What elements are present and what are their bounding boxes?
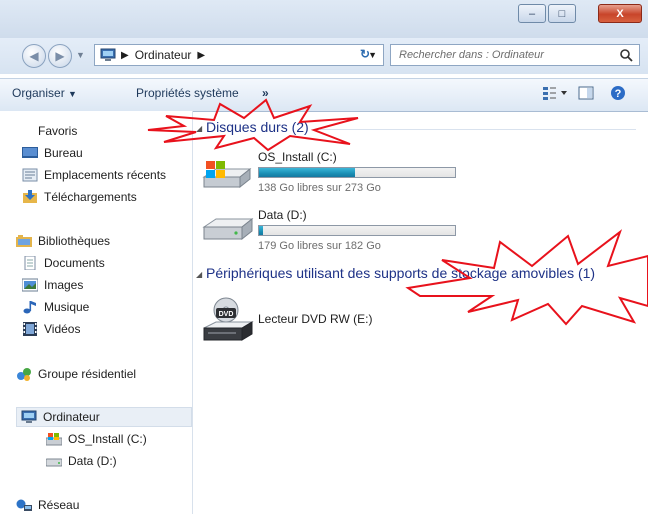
preview-pane-icon [578, 86, 594, 100]
homegroup-icon [17, 368, 31, 381]
libraries-label: Bibliothèques [38, 234, 111, 248]
nav-favorites[interactable]: Favoris [38, 121, 77, 141]
help-icon: ? [611, 86, 625, 100]
nav-item-label: Emplacements récents [44, 168, 167, 182]
recent-pages-dropdown[interactable]: ▼ [76, 50, 85, 60]
drive-d-free-space: 179 Go libres sur 182 Go [258, 240, 381, 252]
dvd-drive-name[interactable]: Lecteur DVD RW (E:) [258, 312, 372, 326]
breadcrumb-separator: ▶ [121, 49, 129, 61]
forward-arrow-icon: ▶ [55, 49, 65, 63]
nav-os-install[interactable]: OS_Install (C:) [46, 429, 147, 449]
back-arrow-icon: ◀ [29, 49, 39, 63]
network-icon [16, 499, 32, 511]
recent-places-icon [22, 168, 38, 182]
search-input[interactable]: Rechercher dans : Ordinateur [390, 44, 640, 66]
hard-drive-icon [46, 458, 62, 467]
drive-c-icon-wrap[interactable] [200, 155, 252, 198]
nav-item-label: Documents [44, 256, 105, 270]
forward-button[interactable]: ▶ [48, 44, 72, 68]
nav-item-label: Musique [44, 300, 90, 314]
nav-musique[interactable]: Musique [22, 297, 89, 317]
nav-ordinateur[interactable]: Ordinateur [16, 407, 192, 427]
nav-item-label: Téléchargements [44, 190, 137, 204]
homegroup-label: Groupe résidentiel [38, 367, 137, 381]
organize-button[interactable]: Organiser ▼ [12, 86, 77, 100]
chevron-down-icon: ▼ [68, 89, 77, 99]
maximize-button[interactable]: □ [548, 4, 576, 23]
windows-drive-icon [46, 433, 62, 446]
nav-telechargements[interactable]: Téléchargements [22, 187, 190, 207]
computer-icon [100, 48, 116, 61]
close-glyph: X [616, 7, 624, 20]
nav-item-label: Images [44, 278, 84, 292]
downloads-icon [23, 190, 37, 203]
dvd-drive-icon-wrap[interactable]: DVD [202, 296, 254, 347]
nav-data-d[interactable]: Data (D:) [46, 451, 117, 471]
nav-documents[interactable]: Documents [22, 253, 105, 273]
music-icon [23, 301, 36, 314]
network-label: Réseau [38, 498, 80, 512]
view-options-icon [543, 87, 567, 100]
drive-c-usage-fill [259, 168, 356, 177]
desktop-icon [22, 147, 38, 158]
nav-images[interactable]: Images [22, 275, 83, 295]
breadcrumb-separator[interactable]: ▶ [197, 50, 205, 61]
drive-d-usage-fill [259, 226, 263, 235]
collapse-removable-icon[interactable]: ◢ [196, 270, 202, 279]
maximize-glyph: □ [558, 7, 566, 20]
nav-homegroup[interactable]: Groupe résidentiel [16, 364, 136, 384]
annotation-starburst-left [147, 98, 359, 152]
drive-c-name[interactable]: OS_Install (C:) [258, 150, 337, 164]
minimize-button[interactable]: – [518, 4, 546, 23]
close-button[interactable]: X [598, 4, 642, 23]
organize-label: Organiser [12, 86, 65, 100]
dvd-icon-text: DVD [219, 311, 234, 318]
drive-c-free-space: 138 Go libres sur 273 Go [258, 182, 381, 194]
refresh-icon[interactable]: ↻ [360, 47, 380, 63]
nav-item-label: Vidéos [44, 322, 81, 336]
nav-videos[interactable]: Vidéos [22, 319, 80, 339]
nav-item-label: OS_Install (C:) [68, 432, 147, 446]
libraries-icon [16, 235, 32, 247]
help-button[interactable]: ? [610, 85, 626, 104]
view-options-button[interactable] [542, 85, 568, 104]
nav-item-label: Bureau [44, 146, 83, 160]
back-button[interactable]: ◀ [22, 44, 46, 68]
drive-d-icon-wrap[interactable] [200, 213, 254, 248]
dvd-drive-icon: DVD [203, 297, 254, 341]
svg-text:?: ? [615, 88, 622, 100]
document-icon [24, 256, 36, 270]
annotation-starburst-right [405, 229, 648, 326]
windows-drive-icon [202, 161, 252, 189]
hard-drive-icon [202, 217, 254, 241]
nav-item-label: Data (D:) [68, 454, 117, 468]
nav-libraries[interactable]: Bibliothèques [16, 231, 110, 251]
nav-emplacements-recents[interactable]: Emplacements récents [22, 165, 190, 185]
preview-pane-button[interactable] [578, 86, 594, 103]
nav-network[interactable]: Réseau [16, 495, 79, 515]
videos-icon [23, 322, 37, 336]
breadcrumb-ordinateur[interactable]: Ordinateur [135, 48, 192, 62]
address-bar[interactable]: ▶ Ordinateur ▶ ▼ [94, 44, 384, 66]
computer-label: Ordinateur [43, 410, 100, 424]
computer-icon [21, 410, 37, 423]
drive-c-usage-bar [258, 167, 456, 178]
favorites-label: Favoris [38, 124, 78, 138]
search-placeholder: Rechercher dans : Ordinateur [399, 49, 544, 61]
minimize-glyph: – [528, 7, 536, 20]
images-icon [22, 278, 38, 292]
search-icon[interactable] [619, 48, 633, 62]
drive-d-name[interactable]: Data (D:) [258, 208, 307, 222]
